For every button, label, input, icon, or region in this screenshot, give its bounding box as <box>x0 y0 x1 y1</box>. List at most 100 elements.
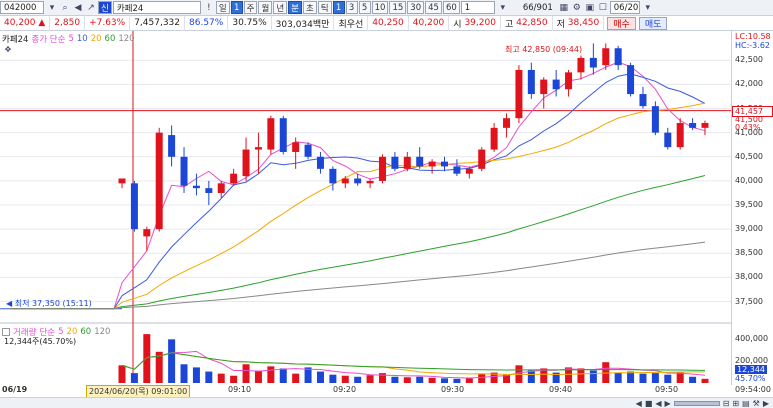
y-tick-label: 42,000 <box>735 79 763 89</box>
minute-button-5[interactable]: 5 <box>358 1 371 14</box>
volume-bar <box>341 375 349 383</box>
pin-icon[interactable]: ! <box>203 1 215 14</box>
date-input[interactable]: 06/20 <box>609 1 640 14</box>
volume-bar <box>478 373 486 383</box>
best-quote-label: 최우선 <box>334 15 369 31</box>
candle <box>651 101 659 136</box>
candle <box>503 113 511 138</box>
candle <box>614 45 622 70</box>
chevron-down-icon[interactable]: ▾ <box>46 1 58 14</box>
candle <box>515 65 523 124</box>
period-button-month[interactable]: 월 <box>258 1 273 14</box>
volume-toggle-checkbox[interactable] <box>2 328 10 336</box>
y-tick-label: 40,000 <box>735 175 763 185</box>
low-price: 저 38,450 <box>553 15 605 31</box>
candle <box>676 118 684 150</box>
zoom-slider[interactable] <box>673 400 720 406</box>
period-button-second[interactable]: 초 <box>302 1 317 14</box>
minute-button-60[interactable]: 60 <box>442 1 460 14</box>
period-button-week[interactable]: 주 <box>243 1 258 14</box>
tool-icon[interactable]: ⚒ <box>753 399 760 408</box>
candle <box>254 132 262 174</box>
minute-button-3[interactable]: 3 <box>345 1 358 14</box>
chevron-down-icon[interactable]: ▾ <box>642 1 654 14</box>
volume-bar <box>453 378 461 383</box>
stock-code-input[interactable]: 042000 <box>0 1 44 14</box>
interval-input[interactable]: 1 <box>460 1 495 14</box>
candle <box>366 178 374 189</box>
candle <box>441 156 449 172</box>
ratio-2: 30.75% <box>228 15 272 31</box>
minute-button-10[interactable]: 10 <box>371 1 389 14</box>
checkbox-icon[interactable]: ☐ <box>597 1 609 14</box>
view-icon[interactable]: ▤ <box>742 399 750 408</box>
y-tick-label: 37,500 <box>735 296 763 306</box>
arrow-icon[interactable]: ↗ <box>85 1 97 14</box>
scroll-left-icon[interactable]: ◀ <box>636 399 642 408</box>
minute-button-45[interactable]: 45 <box>425 1 442 14</box>
minute-button-30[interactable]: 30 <box>407 1 425 14</box>
zoom-in-icon[interactable]: ⊞ <box>732 399 739 408</box>
minute-button-1[interactable]: 1 <box>332 1 345 14</box>
candle <box>304 142 312 160</box>
high-annotation: 최고 42,850 (09:44) <box>505 45 583 54</box>
price-legend: 카페24 종가 단순 5 10 20 60 120 <box>2 33 135 45</box>
search-icon[interactable]: ⌕ <box>59 1 71 14</box>
candle <box>627 62 635 97</box>
period-button-day[interactable]: 일 <box>215 1 230 14</box>
candle <box>428 159 436 174</box>
volume-bar <box>366 375 374 383</box>
grid-icon[interactable]: ▦ <box>558 1 570 14</box>
candle <box>143 226 151 251</box>
candle <box>478 147 486 172</box>
price-change: 2,850 <box>50 15 86 31</box>
stock-name-field[interactable]: 카페24 <box>112 1 201 14</box>
trade-amount: 303,034백만 <box>272 15 335 31</box>
candle <box>552 69 560 97</box>
volume-bar <box>416 376 424 383</box>
volume-bar <box>428 377 436 383</box>
volume-bar <box>627 371 635 383</box>
prev-page-icon[interactable]: ◀ <box>655 399 661 408</box>
volume-bar <box>689 376 697 383</box>
period-button-tick[interactable]: 틱 <box>317 1 332 14</box>
y-tick-label: 38,000 <box>735 272 763 282</box>
legend-ma-60: 60 <box>104 34 116 44</box>
candle <box>118 178 126 189</box>
volume-bar <box>267 366 275 383</box>
volume-bar <box>279 368 287 383</box>
price-chart[interactable] <box>0 31 773 397</box>
volume-tick-200000: 200,000 <box>735 356 769 365</box>
buy-button[interactable]: 매수 <box>607 16 636 30</box>
speaker-icon[interactable]: ◀ <box>72 1 84 14</box>
scroll-right-icon[interactable]: ▶ <box>763 399 769 408</box>
first-page-icon[interactable]: ■ <box>645 399 653 408</box>
volume-bar <box>292 373 300 383</box>
settings-icon[interactable]: ⚙ <box>571 1 583 14</box>
x-tick-0920: 09:20 <box>333 385 357 394</box>
period-button-minute[interactable]: 분 <box>288 1 302 14</box>
volume-axis-current: 12,344 <box>735 365 767 374</box>
volume-ma-20-line <box>121 352 705 375</box>
period-button-year[interactable]: 년 <box>273 1 288 14</box>
candle <box>577 55 585 80</box>
current-price: 40,200 ▲ <box>0 15 51 31</box>
volume-bar <box>217 373 225 383</box>
sell-button[interactable]: 매도 <box>638 16 668 30</box>
x-tick-0950: 09:50 <box>655 385 679 394</box>
period-button-1[interactable]: 1 <box>230 1 243 14</box>
move-handle-icon[interactable]: ✥ <box>2 43 14 56</box>
volume-bar <box>254 370 262 383</box>
candle <box>453 159 461 177</box>
x-tick-0940: 09:40 <box>549 385 573 394</box>
volume-bar <box>577 368 585 383</box>
next-page-icon[interactable]: ▶ <box>665 399 671 408</box>
volume-bar <box>664 374 672 383</box>
save-icon[interactable]: ▣ <box>584 1 596 14</box>
x-tick-0910: 09:10 <box>228 385 252 394</box>
zoom-out-icon[interactable]: ⊟ <box>723 399 730 408</box>
candle <box>341 176 349 189</box>
chevron-down-icon[interactable]: ▾ <box>497 1 509 14</box>
minute-button-15[interactable]: 15 <box>389 1 407 14</box>
candle <box>205 180 213 206</box>
